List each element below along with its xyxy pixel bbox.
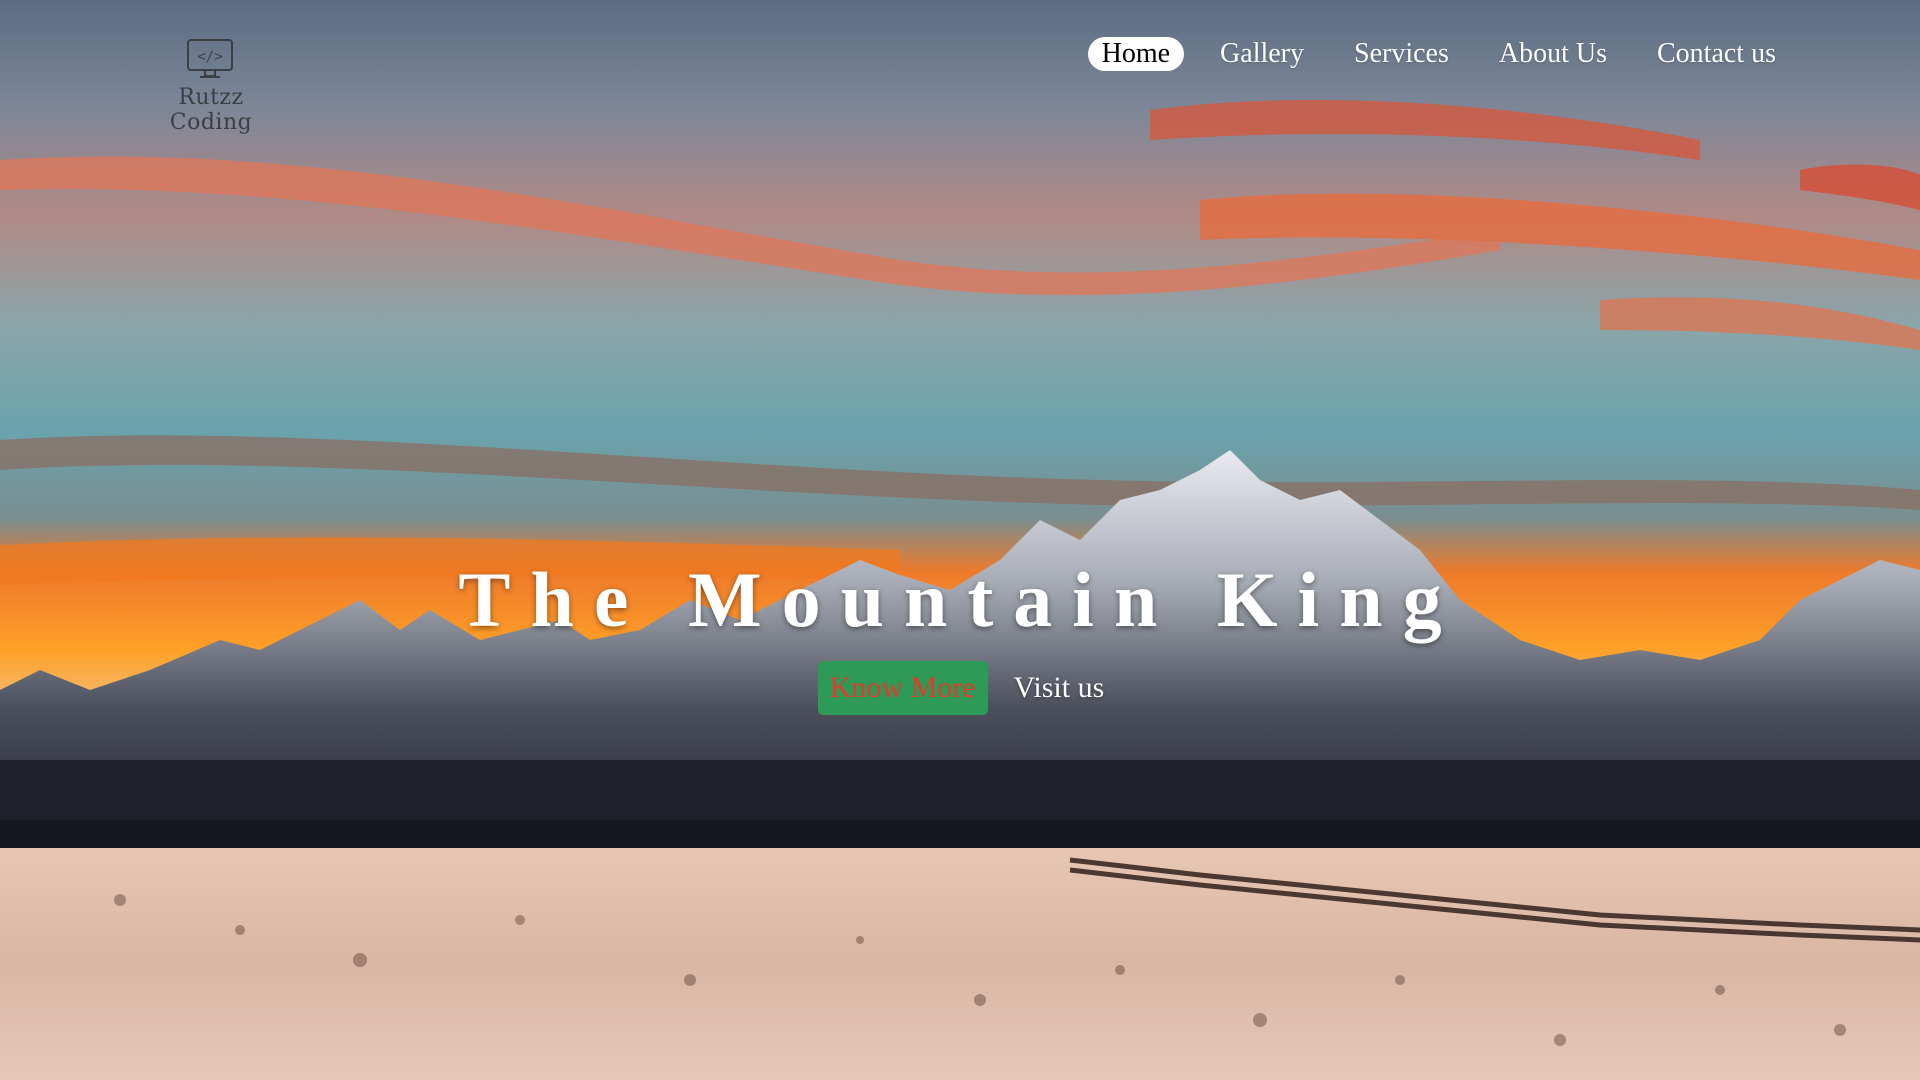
nav-services-link[interactable]: Services xyxy=(1340,37,1463,71)
know-more-button[interactable]: Know More xyxy=(817,661,988,715)
nav-home-link[interactable]: Home xyxy=(1087,37,1185,71)
hero-background xyxy=(0,0,1920,1080)
main-navigation: Home Gallery Services About Us Contact u… xyxy=(1087,37,1790,71)
code-monitor-icon: </> xyxy=(187,39,233,78)
nav-contact-us-link[interactable]: Contact us xyxy=(1643,37,1790,71)
brand-name: Rutzz Coding xyxy=(169,85,253,135)
visit-us-link[interactable]: Visit us xyxy=(1006,661,1113,715)
svg-text:</>: </> xyxy=(197,49,222,65)
hero-title: The Mountain King xyxy=(458,556,1462,643)
hero-actions: Know More Visit us xyxy=(0,661,1920,715)
nav-about-us-link[interactable]: About Us xyxy=(1485,37,1621,71)
nav-gallery-link[interactable]: Gallery xyxy=(1206,37,1318,71)
brand-logo[interactable]: </> Rutzz Coding xyxy=(141,38,281,135)
mountain-landscape-image xyxy=(0,0,1920,1080)
